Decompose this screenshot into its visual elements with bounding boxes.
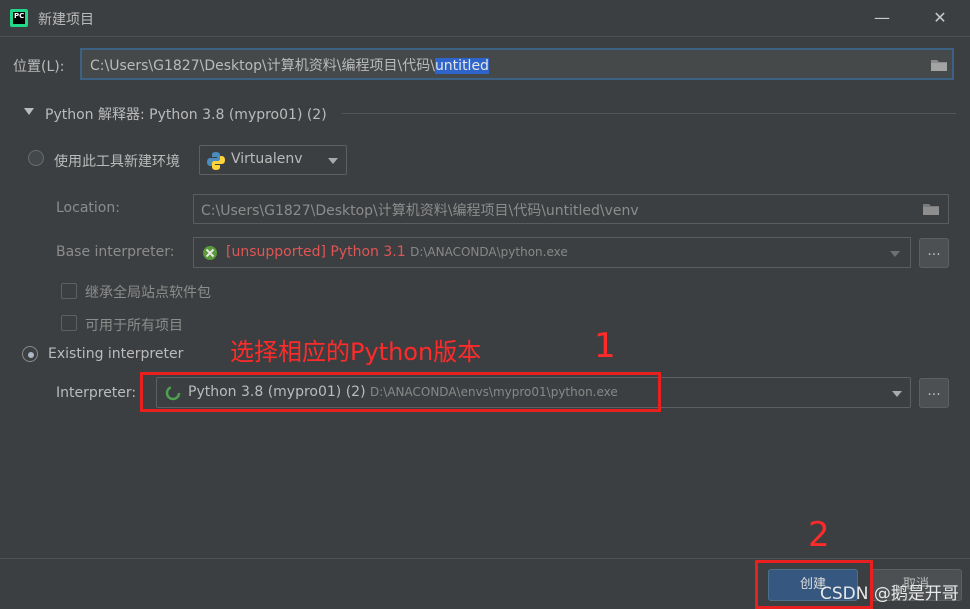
title-divider (0, 36, 970, 37)
env-tool-select[interactable]: Virtualenv (199, 145, 347, 175)
minimize-button[interactable]: — (860, 0, 904, 36)
base-interpreter-browse-button[interactable]: ... (919, 238, 949, 268)
inherit-packages-checkbox[interactable] (61, 283, 77, 299)
folder-icon[interactable] (930, 58, 948, 72)
chevron-down-icon (890, 251, 900, 257)
base-interpreter-label: Base interpreter: (56, 244, 175, 260)
available-all-projects-label: 可用于所有项目 (85, 318, 183, 334)
venv-location-label: Location: (56, 200, 120, 216)
location-label: 位置(L): (13, 59, 65, 75)
chevron-down-icon (892, 391, 902, 397)
new-env-radio[interactable] (28, 150, 44, 166)
browse-label: ... (927, 243, 941, 259)
existing-interpreter-radio[interactable] (22, 346, 38, 362)
annotation-hint: 选择相应的Python版本 (230, 338, 482, 366)
python-icon (207, 152, 225, 170)
radio-selected-dot (28, 352, 34, 358)
location-input[interactable]: C:\Users\G1827\Desktop\计算机资料\编程项目\代码\unt… (80, 48, 954, 80)
minimize-icon: — (874, 8, 890, 27)
available-all-projects-checkbox[interactable] (61, 315, 77, 331)
folder-icon[interactable] (922, 202, 940, 216)
chevron-down-icon (328, 158, 338, 164)
inherit-packages-label: 继承全局站点软件包 (85, 285, 211, 301)
interpreter-browse-button[interactable]: ... (919, 378, 949, 408)
annotation-box-interpreter (140, 372, 661, 412)
env-tool-value: Virtualenv (231, 151, 303, 167)
invalid-interpreter-icon (203, 246, 217, 260)
title-bar (0, 0, 970, 36)
base-interpreter-error: [unsupported] Python 3.1 (226, 244, 406, 260)
new-env-label[interactable]: 使用此工具新建环境 (54, 151, 180, 171)
browse-label: ... (927, 383, 941, 399)
bottom-divider (0, 558, 970, 559)
base-interpreter-path: D:\ANACONDA\python.exe (410, 245, 568, 259)
interpreter-section-title[interactable]: Python 解释器: Python 3.8 (mypro01) (2) (45, 104, 327, 124)
collapse-arrow-icon[interactable] (24, 108, 34, 115)
venv-location-value: C:\Users\G1827\Desktop\计算机资料\编程项目\代码\unt… (201, 203, 639, 219)
close-button[interactable]: ✕ (918, 0, 962, 36)
annotation-step-2: 2 (808, 515, 830, 555)
pycharm-logo-icon: PC (10, 9, 28, 27)
close-icon: ✕ (933, 8, 947, 27)
venv-location-input[interactable]: C:\Users\G1827\Desktop\计算机资料\编程项目\代码\unt… (193, 194, 949, 224)
annotation-step-1: 1 (594, 326, 616, 366)
existing-interpreter-label[interactable]: Existing interpreter (48, 346, 183, 362)
window-title: 新建项目 (38, 12, 94, 28)
location-path-prefix: C:\Users\G1827\Desktop\计算机资料\编程项目\代码\ (90, 58, 435, 74)
interpreter-label: Interpreter: (56, 385, 137, 401)
section-divider (342, 113, 956, 114)
app-icon-text: PC (14, 12, 25, 20)
base-interpreter-select[interactable]: [unsupported] Python 3.1 D:\ANACONDA\pyt… (193, 237, 911, 268)
watermark: CSDN @鹅是开哥 (820, 584, 959, 604)
location-path-selected: untitled (434, 58, 489, 74)
